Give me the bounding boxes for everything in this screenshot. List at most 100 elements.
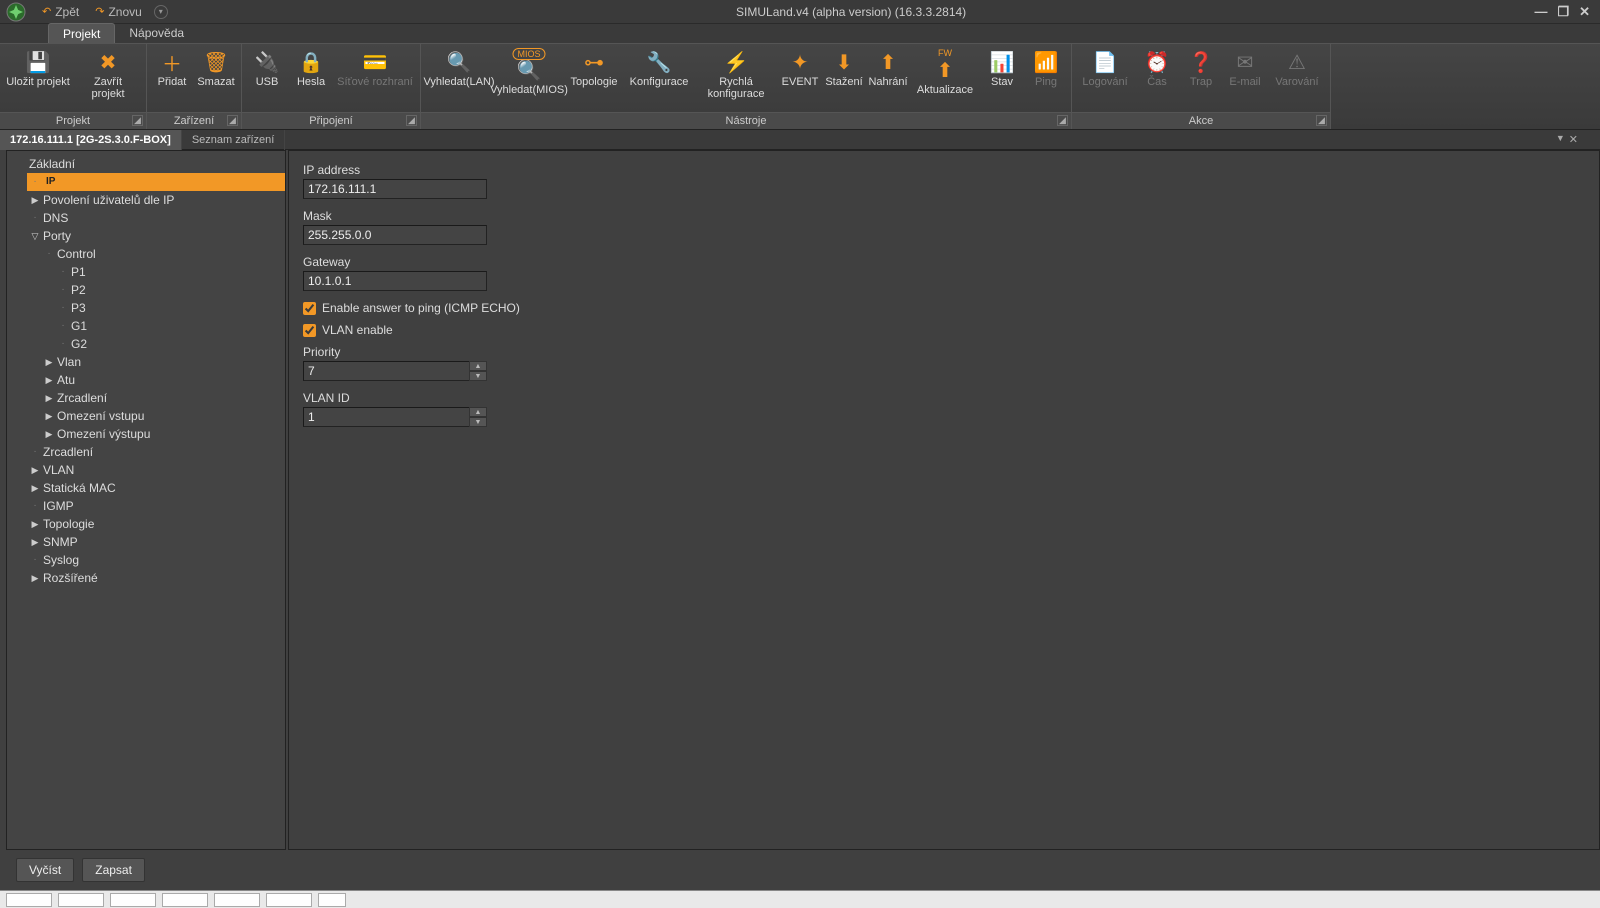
tree-item[interactable]: ·IP [27, 173, 285, 191]
tree-item[interactable]: ·G1 [55, 317, 285, 335]
dialog-launcher-icon[interactable]: ◢ [1057, 115, 1068, 126]
write-button[interactable]: Zapsat [82, 858, 145, 882]
ribbon-btn-usb[interactable]: 🔌USB [246, 46, 288, 88]
ip-address-field[interactable] [303, 179, 487, 199]
tree-item[interactable]: ▶Omezení výstupu [41, 425, 285, 443]
tree-item[interactable]: ▶Topologie [27, 515, 285, 533]
tree-item-label: IGMP [43, 497, 74, 515]
ribbon-btn-nahrani[interactable]: ⬆Nahrání [867, 46, 909, 88]
dialog-launcher-icon[interactable]: ◢ [227, 115, 238, 126]
tree-expand-icon[interactable]: ▶ [43, 425, 55, 443]
mail-icon: ✉ [1237, 50, 1254, 74]
read-button[interactable]: Vyčíst [16, 858, 74, 882]
tree-item[interactable]: ▶Povolení uživatelů dle IP [27, 191, 285, 209]
maximize-button[interactable]: ❐ [1557, 4, 1569, 20]
vlan-enable-checkbox[interactable] [303, 324, 316, 337]
tree-expand-icon[interactable]: ▶ [43, 371, 55, 389]
tree-expand-icon[interactable]: ▶ [29, 461, 41, 479]
ribbon-btn-hesla[interactable]: 🔒Hesla [290, 46, 332, 88]
doc-tab[interactable]: Seznam zařízení [182, 130, 286, 150]
qat-overflow-icon[interactable]: ▾ [154, 5, 168, 19]
doc-tab-dropdown-icon[interactable]: ▼ [1556, 133, 1565, 146]
tree-item-label: Porty [43, 227, 71, 245]
tree-item[interactable]: Základní [13, 155, 285, 173]
dialog-launcher-icon[interactable]: ◢ [132, 115, 143, 126]
tree-item[interactable]: ·P2 [55, 281, 285, 299]
tree-item[interactable]: ·Zrcadlení [27, 443, 285, 461]
vlanid-down-icon[interactable]: ▼ [469, 417, 487, 427]
status-cell [58, 893, 104, 907]
tree-item[interactable]: ·Syslog [27, 551, 285, 569]
ribbon-btn-cas: ⏰Čas [1136, 46, 1178, 88]
ribbon-btn-label: Stav [991, 76, 1013, 88]
tree-expand-icon[interactable]: ▶ [43, 353, 55, 371]
menu-tab-napoveda[interactable]: Nápověda [115, 23, 198, 43]
ribbon-btn-stazeni[interactable]: ⬇Stažení [823, 46, 865, 88]
ribbon-btn-vyhledat-lan[interactable]: 🔍Vyhledat(LAN) [425, 46, 493, 88]
ribbon-btn-ulozit-projekt[interactable]: 💾Uložit projekt [4, 46, 72, 88]
ribbon-btn-zavrit-projekt[interactable]: ✖Zavřít projekt [74, 46, 142, 100]
tree-line-icon: · [57, 317, 69, 335]
ribbon-btn-aktualizace[interactable]: FW⬆Aktualizace [911, 46, 979, 96]
qat-undo[interactable]: ↶ Zpět [34, 2, 87, 22]
ribbon-btn-rychla-konfigurace[interactable]: ⚡Rychlá konfigurace [695, 46, 777, 100]
close-window-button[interactable]: ✕ [1579, 4, 1590, 20]
ribbon-btn-konfigurace[interactable]: 🔧Konfigurace [625, 46, 693, 88]
priority-label: Priority [303, 345, 1587, 359]
tree-item[interactable]: ·P1 [55, 263, 285, 281]
tree-item[interactable]: ▶Rozšířené [27, 569, 285, 587]
vlan-id-stepper[interactable] [303, 407, 487, 427]
priority-down-icon[interactable]: ▼ [469, 371, 487, 381]
tree-item[interactable]: ·G2 [55, 335, 285, 353]
ribbon-btn-label: Smazat [197, 76, 234, 88]
doc-tab[interactable]: 172.16.111.1 [2G-2S.3.0.F-BOX] [0, 130, 182, 150]
vlanid-up-icon[interactable]: ▲ [469, 407, 487, 417]
tree-expand-icon[interactable]: ▶ [29, 533, 41, 551]
tree-expand-icon[interactable]: ▶ [43, 407, 55, 425]
tree-item[interactable]: ▶VLAN [27, 461, 285, 479]
ribbon-btn-event[interactable]: ✦EVENT [779, 46, 821, 88]
tree-item-label: Syslog [43, 551, 79, 569]
tree-item[interactable]: ▶Atu [41, 371, 285, 389]
tree-item-label: DNS [43, 209, 68, 227]
tree-expand-icon[interactable]: ▶ [29, 569, 41, 587]
ribbon-group-připojení: 🔌USB🔒Hesla💳Síťové rozhraníPřipojení◢ [242, 44, 421, 129]
gateway-field[interactable] [303, 271, 487, 291]
doc-tab-close-icon[interactable]: ✕ [1569, 133, 1578, 146]
tree-item[interactable]: ·P3 [55, 299, 285, 317]
enable-ping-checkbox[interactable] [303, 302, 316, 315]
ribbon-btn-smazat[interactable]: 🗑Smazat [195, 46, 237, 88]
priority-stepper[interactable] [303, 361, 487, 381]
ribbon-btn-vyhledat-mios[interactable]: MIOS🔍Vyhledat(MIOS) [495, 46, 563, 96]
tree-expand-icon[interactable]: ▶ [43, 389, 55, 407]
qat-redo[interactable]: ↷ Znovu [87, 2, 150, 22]
tree-expand-icon[interactable]: ▶ [29, 191, 41, 209]
priority-up-icon[interactable]: ▲ [469, 361, 487, 371]
tree-item-label: SNMP [43, 533, 78, 551]
tree-item[interactable]: ▶Omezení vstupu [41, 407, 285, 425]
tree-expand-icon[interactable]: ▶ [29, 515, 41, 533]
menu-tab-projekt[interactable]: Projekt [48, 23, 115, 43]
status-cell [318, 893, 346, 907]
tree-item[interactable]: ▶Statická MAC [27, 479, 285, 497]
mask-field[interactable] [303, 225, 487, 245]
tree-expand-icon[interactable]: ▽ [29, 227, 41, 245]
topology-icon: ⊶ [584, 50, 604, 74]
ribbon-btn-topologie[interactable]: ⊶Topologie [565, 46, 623, 88]
tree-item[interactable]: ▶Zrcadlení [41, 389, 285, 407]
tree-item[interactable]: ·IGMP [27, 497, 285, 515]
tree-expand-icon[interactable]: ▶ [29, 479, 41, 497]
tree-item[interactable]: ·Control [41, 245, 285, 263]
ribbon-btn-stav[interactable]: 📊Stav [981, 46, 1023, 88]
ribbon: 💾Uložit projekt✖Zavřít projektProjekt◢＋P… [0, 44, 1600, 130]
tree-item[interactable]: ·DNS [27, 209, 285, 227]
tree-item[interactable]: ▶SNMP [27, 533, 285, 551]
dialog-launcher-icon[interactable]: ◢ [406, 115, 417, 126]
dialog-launcher-icon[interactable]: ◢ [1316, 115, 1327, 126]
tree-item[interactable]: ▶Vlan [41, 353, 285, 371]
minimize-button[interactable]: — [1534, 4, 1547, 20]
ribbon-btn-pridat[interactable]: ＋Přidat [151, 46, 193, 88]
ribbon-btn-label: Vyhledat(LAN) [423, 76, 494, 88]
tree-item-label: Topologie [43, 515, 94, 533]
tree-item[interactable]: ▽Porty [27, 227, 285, 245]
